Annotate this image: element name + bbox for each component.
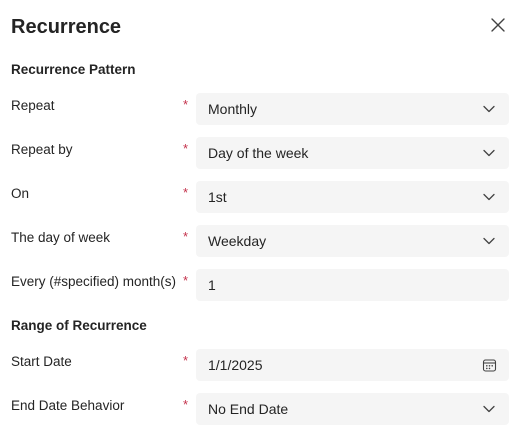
end-behavior-value: No End Date bbox=[208, 401, 289, 417]
section-heading-range: Range of Recurrence bbox=[11, 318, 147, 333]
required-marker: * bbox=[183, 185, 189, 200]
required-marker: * bbox=[183, 397, 189, 412]
every-months-label: Every (#specified) month(s) bbox=[11, 274, 177, 289]
on-value: 1st bbox=[208, 189, 227, 205]
chevron-down-icon bbox=[481, 145, 497, 161]
every-months-field[interactable] bbox=[208, 277, 497, 293]
repeat-value: Monthly bbox=[208, 101, 258, 117]
repeat-by-value: Day of the week bbox=[208, 145, 309, 161]
required-marker: * bbox=[183, 353, 189, 368]
day-of-week-value: Weekday bbox=[208, 233, 267, 249]
required-marker: * bbox=[183, 141, 189, 156]
start-date-value: 1/1/2025 bbox=[208, 357, 263, 373]
day-of-week-dropdown[interactable]: Weekday bbox=[196, 225, 509, 257]
close-icon bbox=[491, 18, 505, 32]
recurrence-dialog: Recurrence Recurrence Pattern Repeat * M… bbox=[0, 0, 525, 433]
repeat-dropdown[interactable]: Monthly bbox=[196, 93, 509, 125]
chevron-down-icon bbox=[481, 189, 497, 205]
on-dropdown[interactable]: 1st bbox=[196, 181, 509, 213]
repeat-by-label: Repeat by bbox=[11, 142, 73, 157]
start-date-picker[interactable]: 1/1/2025 bbox=[196, 349, 509, 381]
calendar-icon[interactable] bbox=[481, 357, 497, 373]
day-of-week-label: The day of week bbox=[11, 230, 111, 245]
end-behavior-dropdown[interactable]: No End Date bbox=[196, 393, 509, 425]
required-marker: * bbox=[183, 97, 189, 112]
dialog-title: Recurrence bbox=[11, 16, 122, 38]
start-date-label: Start Date bbox=[11, 354, 72, 369]
repeat-by-dropdown[interactable]: Day of the week bbox=[196, 137, 509, 169]
close-button[interactable] bbox=[488, 15, 508, 35]
every-months-input[interactable] bbox=[196, 269, 509, 301]
required-marker: * bbox=[183, 273, 189, 288]
chevron-down-icon bbox=[481, 233, 497, 249]
on-label: On bbox=[11, 186, 30, 201]
end-behavior-label: End Date Behavior bbox=[11, 398, 125, 413]
section-heading-pattern: Recurrence Pattern bbox=[11, 62, 136, 77]
chevron-down-icon bbox=[481, 101, 497, 117]
chevron-down-icon bbox=[481, 401, 497, 417]
repeat-label: Repeat bbox=[11, 98, 55, 113]
required-marker: * bbox=[183, 229, 189, 244]
